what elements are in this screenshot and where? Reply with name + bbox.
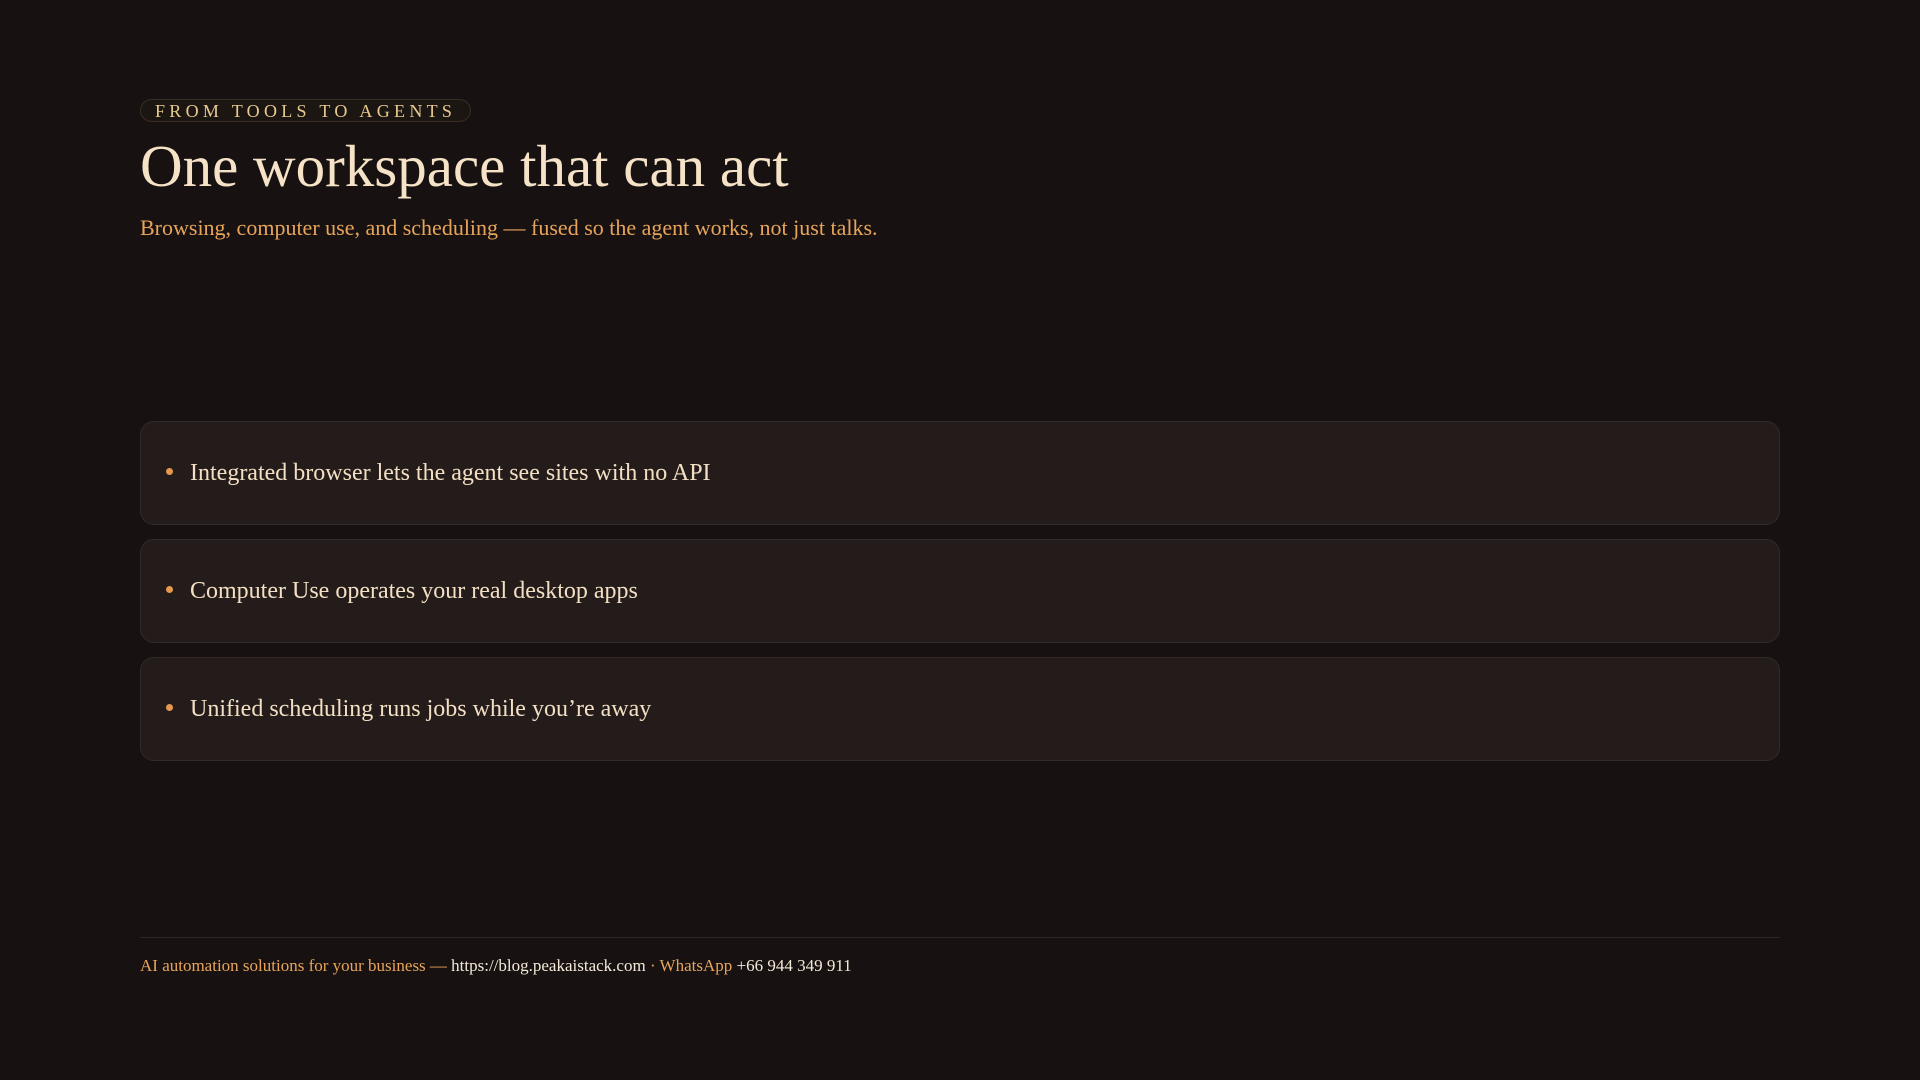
feature-card: Computer Use operates your real desktop …: [140, 539, 1780, 643]
feature-card: Integrated browser lets the agent see si…: [140, 421, 1780, 525]
eyebrow-badge: FROM TOOLS TO AGENTS: [140, 99, 472, 122]
bullet-dot-icon: [166, 585, 173, 593]
page-title: One workspace that can act: [140, 133, 789, 199]
footer-separator: ·: [645, 956, 660, 975]
feature-card: Unified scheduling runs jobs while you’r…: [140, 657, 1780, 761]
bullet-dot-icon: [166, 467, 173, 475]
footer-divider: [140, 937, 1780, 938]
footer-whatsapp-label: WhatsApp: [659, 956, 737, 975]
footer: AI automation solutions for your busines…: [140, 954, 852, 978]
slide: FROM TOOLS TO AGENTS One workspace that …: [140, 0, 1780, 1080]
feature-text: Integrated browser lets the agent see si…: [190, 460, 711, 486]
bullet-dot-icon: [166, 703, 173, 711]
footer-phone[interactable]: +66 944 349 911: [737, 956, 852, 975]
feature-text: Computer Use operates your real desktop …: [190, 578, 638, 604]
footer-tagline: AI automation solutions for your busines…: [140, 956, 452, 975]
page-subtitle: Browsing, computer use, and scheduling —…: [140, 215, 878, 240]
footer-url-link[interactable]: https://blog.peakaistack.com: [451, 956, 646, 975]
feature-list: Integrated browser lets the agent see si…: [140, 421, 1780, 775]
feature-text: Unified scheduling runs jobs while you’r…: [190, 696, 652, 722]
